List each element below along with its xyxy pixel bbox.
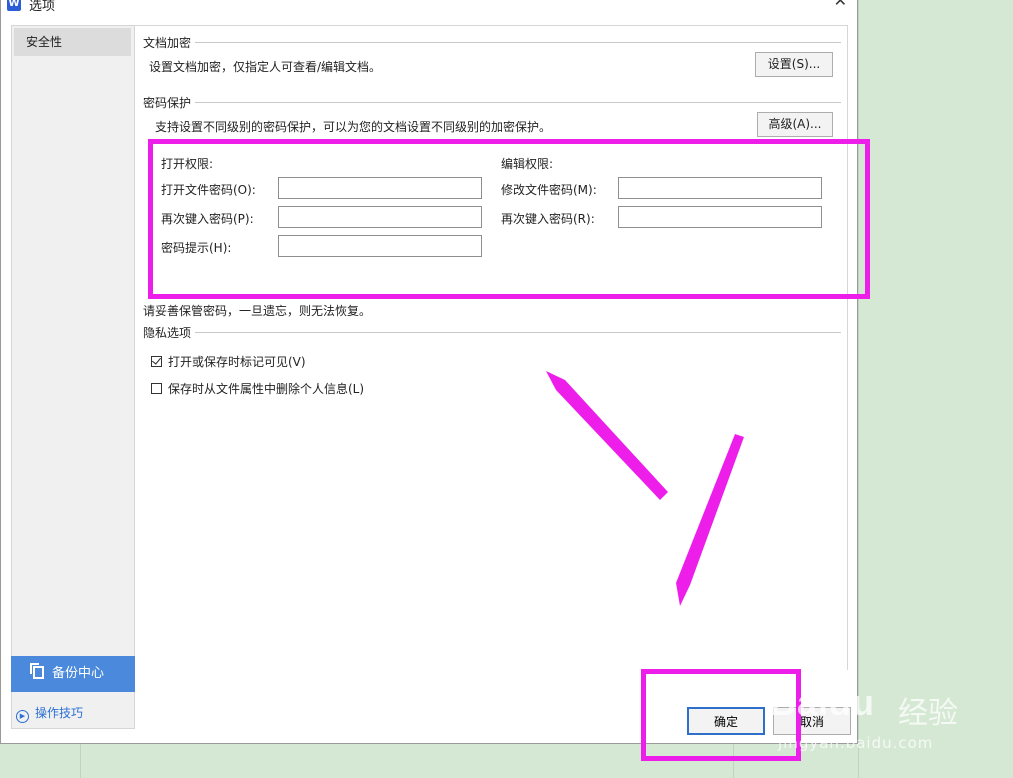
backup-center-label: 备份中心 [52,666,105,681]
advanced-button[interactable]: 高级(A)... [757,112,833,137]
watermark-cn: 经验 [898,696,958,731]
operation-tips-link[interactable]: ▶ 操作技巧 [16,704,83,723]
watermark-url: jingyan.baidu.com [778,734,934,752]
copy-icon [30,663,44,679]
remove-personal-info-checkbox[interactable] [151,383,162,394]
desktop-divider [80,744,81,778]
play-icon: ▶ [16,710,29,723]
title-bar: W 选项 ✕ [1,0,857,15]
section-divider [195,102,841,103]
remove-personal-info-label: 保存时从文件属性中删除个人信息(L) [168,382,365,396]
close-icon[interactable]: ✕ [834,0,847,10]
options-dialog: W 选项 ✕ 安全性 备份中心 ▶ 操作技巧 文档加密 设置文档加密，仅指定人可查… [0,0,858,744]
section-divider [195,42,841,43]
baidu-watermark: Baidu 经验 jingyan.baidu.com [770,660,1000,770]
password-fields-highlight [148,139,870,299]
wps-writer-icon: W [7,0,21,11]
remove-personal-info-option[interactable]: 保存时从文件属性中删除个人信息(L) [151,380,364,397]
backup-center-button[interactable]: 备份中心 [11,656,135,692]
operation-tips-label: 操作技巧 [35,706,84,720]
privacy-heading: 隐私选项 [143,326,192,340]
mark-visible-option[interactable]: 打开或保存时标记可见(V) [151,353,306,370]
mark-visible-label: 打开或保存时标记可见(V) [168,355,306,369]
encryption-settings-button[interactable]: 设置(S)... [755,52,833,77]
security-panel: 文档加密 设置文档加密，仅指定人可查看/编辑文档。 设置(S)... 密码保护 … [135,25,848,670]
password-protection-description: 支持设置不同级别的密码保护，可以为您的文档设置不同级别的加密保护。 [155,120,552,134]
watermark-brand: Baidu [770,682,876,723]
mark-visible-checkbox[interactable] [151,356,162,367]
password-warning: 请妥善保管密码，一旦遗忘，则无法恢复。 [143,304,372,318]
encryption-heading: 文档加密 [143,36,192,50]
sidebar: 安全性 备份中心 ▶ 操作技巧 [11,25,135,729]
password-protection-heading: 密码保护 [143,96,192,110]
encryption-description: 设置文档加密，仅指定人可查看/编辑文档。 [149,60,382,74]
section-divider [195,332,841,333]
window-title: 选项 [29,0,56,14]
sidebar-item-security[interactable]: 安全性 [14,28,131,56]
